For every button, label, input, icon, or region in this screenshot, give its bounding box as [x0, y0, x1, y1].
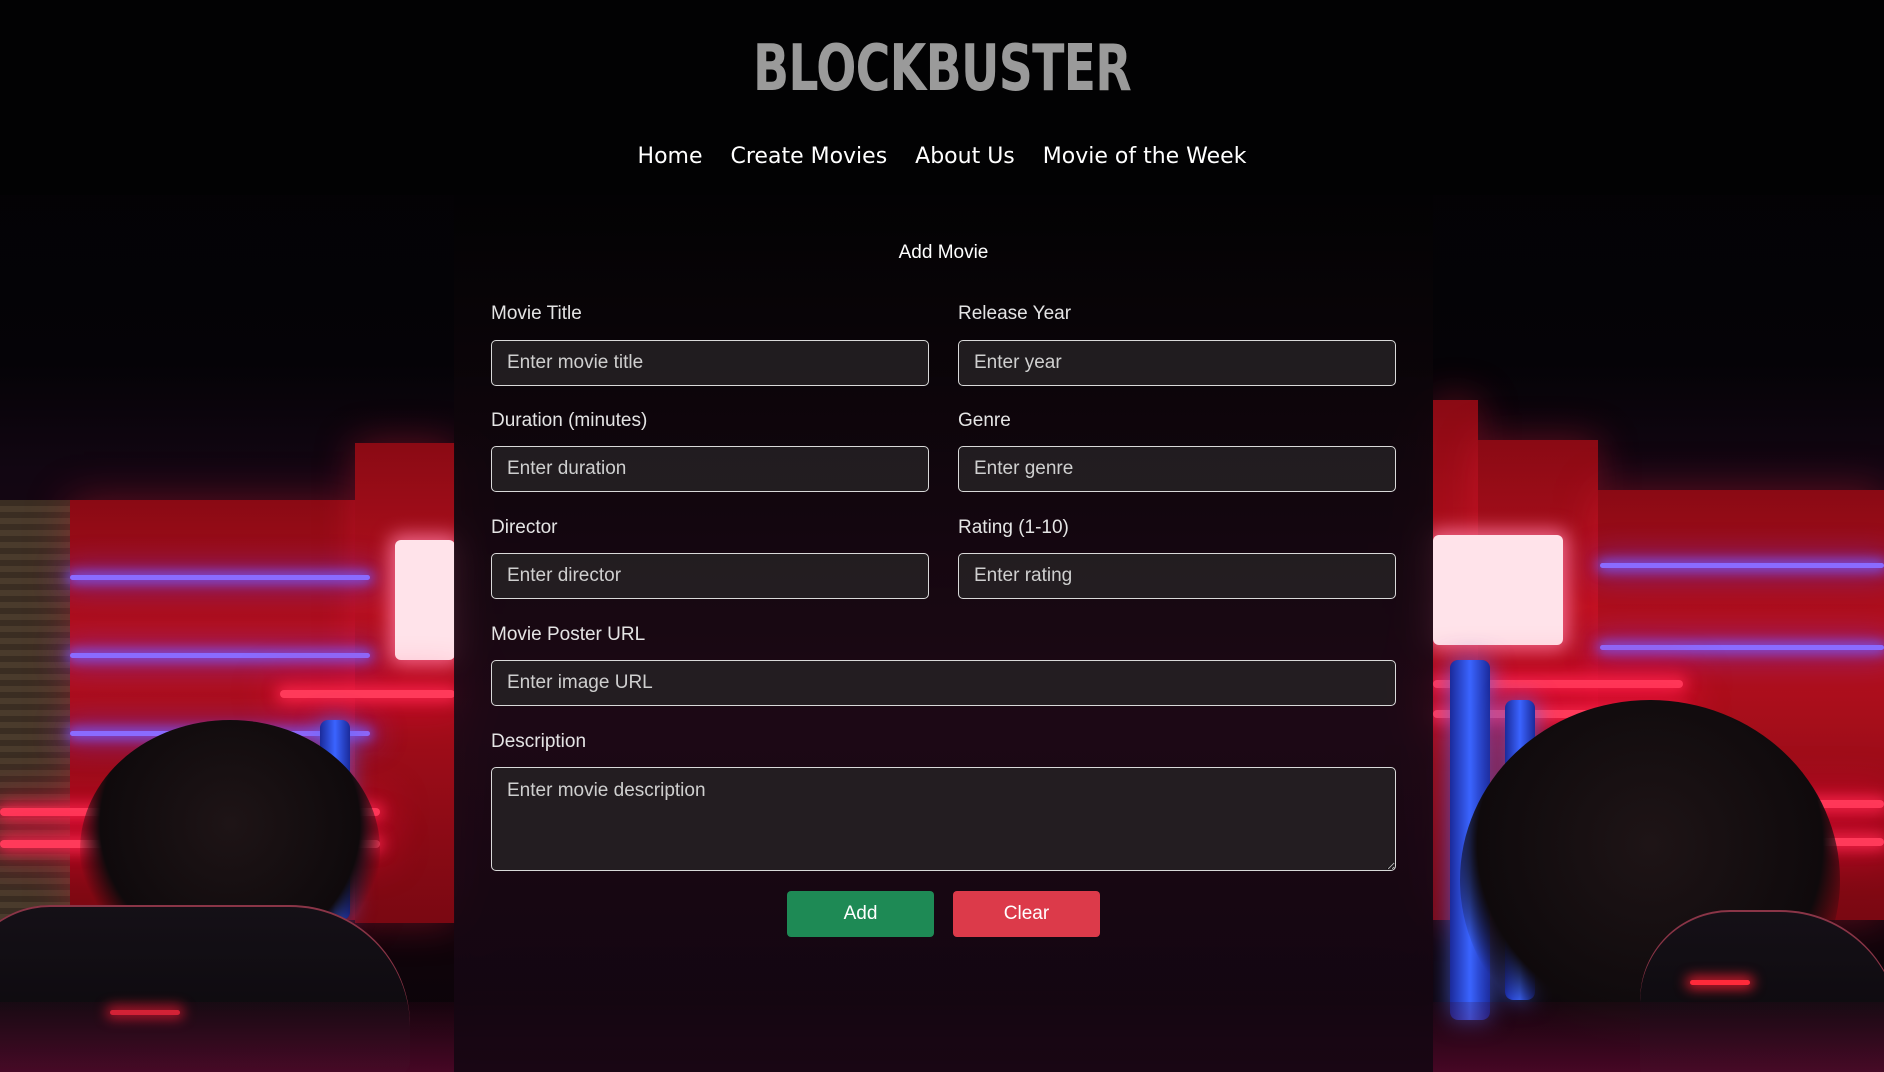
nav-item-create-movies[interactable]: Create Movies: [731, 144, 888, 169]
bg-car-light: [1690, 980, 1750, 985]
bg-neon-sign: [395, 540, 455, 660]
poster-url-input[interactable]: [491, 660, 1396, 706]
description-label: Description: [491, 731, 587, 752]
brand-logo[interactable]: BLOCKBUSTER: [245, 32, 1639, 106]
add-button[interactable]: Add: [787, 891, 934, 937]
movie-title-label: Movie Title: [491, 303, 582, 324]
bg-neon-line: [1600, 645, 1884, 650]
duration-label: Duration (minutes): [491, 410, 648, 431]
clear-button[interactable]: Clear: [953, 891, 1100, 937]
poster-url-label: Movie Poster URL: [491, 624, 646, 645]
duration-input[interactable]: [491, 446, 929, 492]
bg-neon-sign: [1433, 535, 1563, 645]
bg-neon-line: [1600, 563, 1884, 568]
site-header: BLOCKBUSTER Home Create Movies About Us …: [0, 0, 1884, 195]
release-year-input[interactable]: [958, 340, 1396, 386]
rating-input[interactable]: [958, 553, 1396, 599]
release-year-label: Release Year: [958, 303, 1072, 324]
genre-label: Genre: [958, 410, 1011, 431]
rating-label: Rating (1-10): [958, 517, 1069, 538]
bg-brick-wall: [0, 500, 75, 920]
nav-item-movie-of-the-week[interactable]: Movie of the Week: [1043, 144, 1247, 169]
director-label: Director: [491, 517, 558, 538]
form-title: Add Movie: [898, 242, 989, 263]
bg-neon-line: [70, 653, 370, 658]
main-nav: Home Create Movies About Us Movie of the…: [0, 144, 1884, 169]
genre-input[interactable]: [958, 446, 1396, 492]
bg-neon-line: [70, 575, 370, 580]
nav-item-about-us[interactable]: About Us: [915, 144, 1015, 169]
bg-neon-line: [280, 690, 455, 698]
nav-item-home[interactable]: Home: [638, 144, 703, 169]
director-input[interactable]: [491, 553, 929, 599]
description-textarea[interactable]: [491, 767, 1396, 871]
movie-title-input[interactable]: [491, 340, 929, 386]
